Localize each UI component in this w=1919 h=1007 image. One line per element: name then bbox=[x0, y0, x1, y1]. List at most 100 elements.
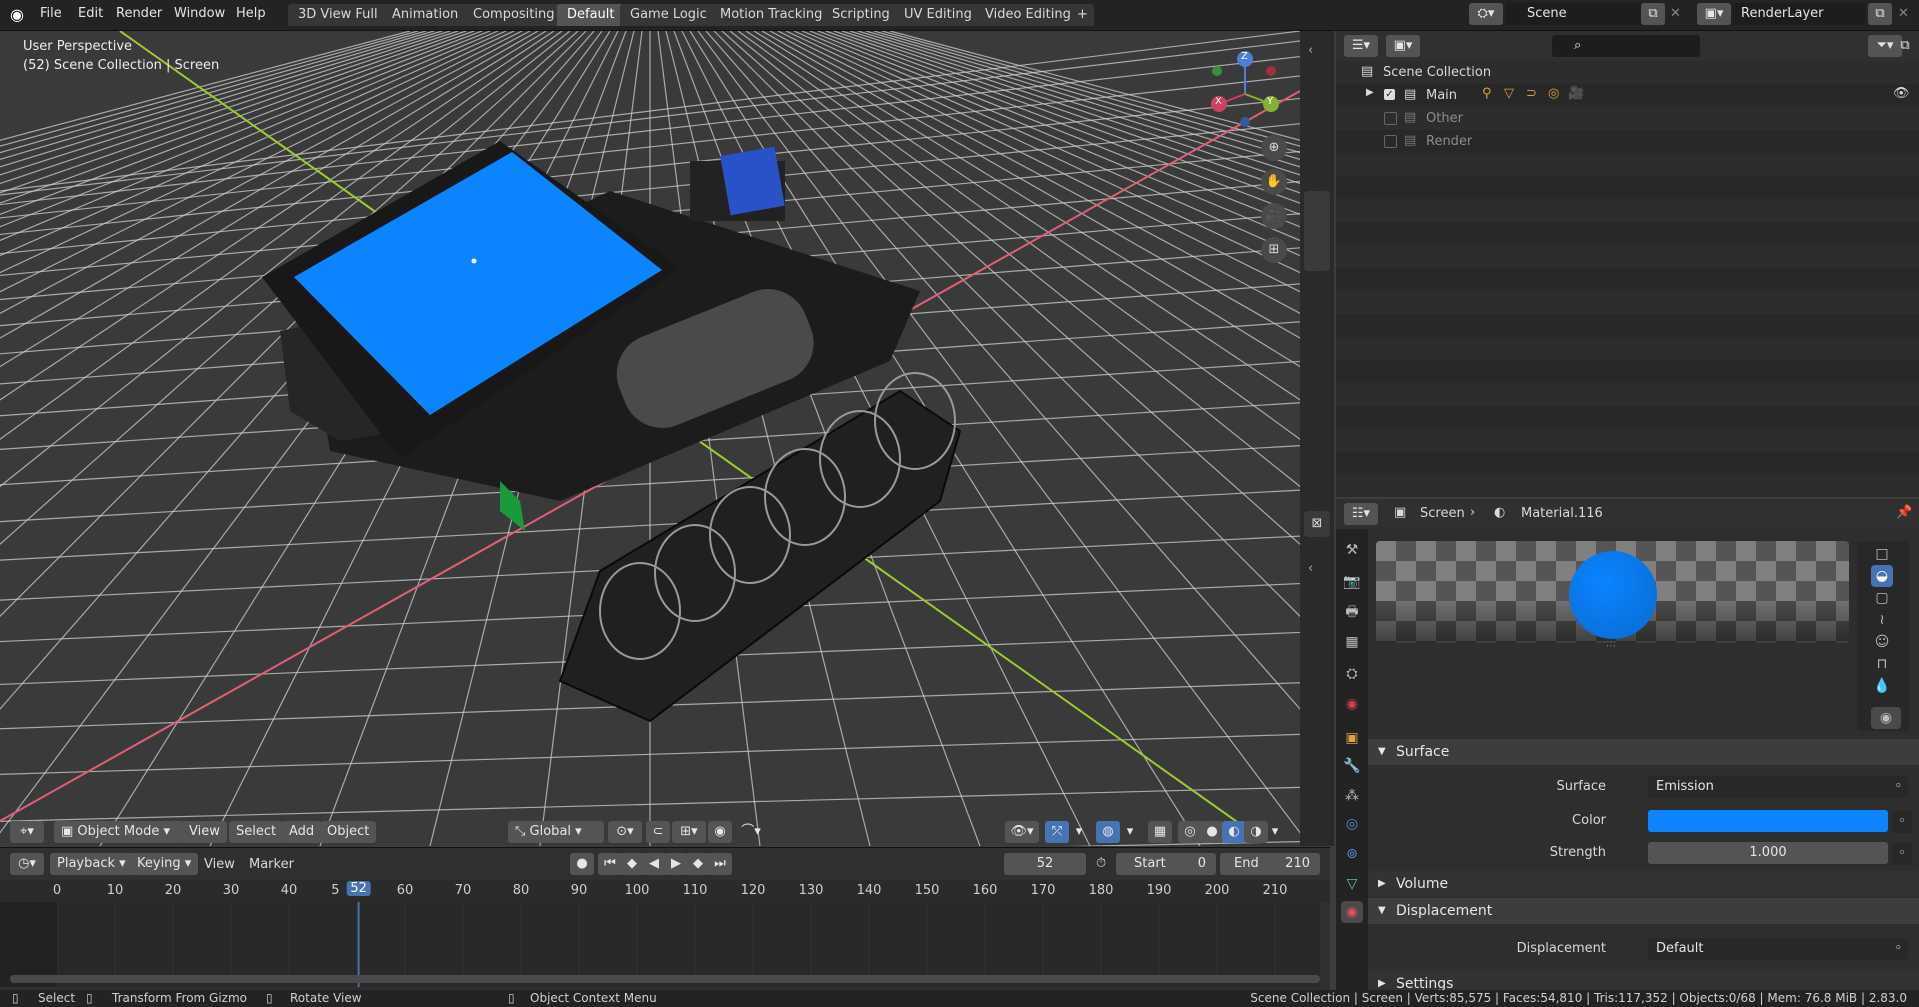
timeline-editor-type-icon[interactable]: ◷▾ bbox=[10, 853, 44, 875]
preview-resize-handle[interactable]: ⋯ bbox=[1606, 641, 1616, 652]
viewport-menu-view[interactable]: View bbox=[182, 821, 227, 843]
editor-type-icon[interactable]: ⌖▾ bbox=[10, 821, 44, 843]
tab-animation[interactable]: Animation bbox=[382, 4, 469, 26]
shading-solid-icon[interactable]: ● bbox=[1200, 821, 1224, 843]
color-socket-icon[interactable]: ◦ bbox=[1892, 811, 1912, 833]
eye-visibility-icon[interactable]: 👁 bbox=[1893, 86, 1910, 101]
tab-uv-editing[interactable]: UV Editing bbox=[894, 4, 982, 26]
other-checkbox[interactable] bbox=[1384, 112, 1397, 125]
strength-socket-icon[interactable]: ◦ bbox=[1892, 843, 1912, 865]
preview-cloth-icon[interactable]: ⊓ bbox=[1871, 653, 1893, 675]
scene-selector-icon[interactable]: ⛭▾ bbox=[1469, 3, 1503, 25]
pan-hand-icon[interactable]: ✋ bbox=[1261, 169, 1287, 195]
menu-file[interactable]: File bbox=[40, 6, 62, 21]
new-scene-icon[interactable]: ⧉ bbox=[1641, 3, 1665, 25]
camera-icon[interactable]: 🎥 bbox=[1568, 86, 1584, 101]
falloff-icon[interactable]: ⌒▾ bbox=[734, 821, 768, 843]
3d-viewport[interactable]: User Perspective (52) Scene Collection |… bbox=[0, 31, 1300, 846]
surface-shader-dropdown[interactable]: Emission ◦ bbox=[1648, 776, 1908, 798]
viewport-menu-select[interactable]: Select bbox=[229, 821, 284, 843]
zoom-icon[interactable]: ⊕ bbox=[1261, 135, 1287, 161]
tab-3d-view-full[interactable]: 3D View Full bbox=[288, 4, 388, 26]
outliner-editor-type-icon[interactable]: ☰▾ bbox=[1344, 35, 1378, 57]
preview-sphere-icon[interactable]: ◒ bbox=[1871, 565, 1893, 587]
timeline-scrollbar[interactable] bbox=[10, 975, 1320, 983]
outliner-root-row[interactable]: ▤ Scene Collection bbox=[1336, 61, 1919, 84]
properties-editor[interactable]: ☷▾ ▣ Screen › ◐ Material.116 📌 ⚒ 📷 🖶 ▦ ⛭… bbox=[1336, 499, 1919, 990]
timeline-menu-marker[interactable]: Marker bbox=[249, 857, 294, 872]
outliner-editor[interactable]: ☰▾ ▣▾ ⌕ ⏷▾ ⧉ ▤ Scene Collection ▶ ✓ ▤ Ma… bbox=[1336, 31, 1919, 497]
displacement-panel-header[interactable]: ▼ Displacement bbox=[1368, 898, 1919, 924]
properties-editor-type-icon[interactable]: ☷▾ bbox=[1344, 503, 1378, 525]
shading-material-icon[interactable]: ◐ bbox=[1222, 821, 1246, 843]
timeline-menu-view[interactable]: View bbox=[204, 857, 235, 872]
ortho-grid-icon[interactable]: ⊞ bbox=[1261, 237, 1287, 263]
preview-hair-icon[interactable]: ≀ bbox=[1871, 609, 1893, 631]
material-tab-icon[interactable]: ◉ bbox=[1341, 901, 1363, 923]
stopwatch-icon[interactable]: ⏱ bbox=[1096, 856, 1106, 871]
transform-orientation-dropdown[interactable]: ⤡ Global ▾ bbox=[508, 821, 604, 843]
region-toggle-icon[interactable]: ‹ bbox=[1308, 561, 1313, 576]
tab-motion-tracking[interactable]: Motion Tracking bbox=[710, 4, 833, 26]
viewport-scene[interactable] bbox=[0, 31, 1300, 846]
timeline-menu-playback[interactable]: Playback ▾ bbox=[50, 853, 133, 875]
timeline-editor[interactable]: ◷▾ Playback ▾ Keying ▾ View Marker ● ⏮ ◆… bbox=[0, 847, 1330, 991]
play-icon[interactable]: ▶ bbox=[664, 853, 688, 875]
breadcrumb-object[interactable]: Screen bbox=[1420, 506, 1465, 521]
display-mode-icon[interactable]: ▣▾ bbox=[1386, 35, 1420, 57]
region-toggle-icon[interactable]: ‹ bbox=[1308, 43, 1313, 58]
shading-dropdown-icon[interactable]: ▾ bbox=[1266, 821, 1284, 843]
tab-video-editing[interactable]: Video Editing bbox=[975, 4, 1081, 26]
pin-icon[interactable]: 📌 bbox=[1896, 505, 1912, 520]
tab-game-logic[interactable]: Game Logic bbox=[620, 4, 717, 26]
snap-target-icon[interactable]: ⊞▾ bbox=[672, 821, 706, 843]
viewport-menu-add[interactable]: Add bbox=[282, 821, 322, 843]
data-tab-icon[interactable]: ▽ bbox=[1341, 873, 1363, 895]
menu-edit[interactable]: Edit bbox=[78, 6, 103, 21]
preview-flat-icon[interactable]: □ bbox=[1871, 543, 1893, 565]
pivot-point-icon[interactable]: ⊙▾ bbox=[608, 821, 642, 843]
bone-icon[interactable]: ⚲ bbox=[1482, 86, 1492, 101]
surface-panel-header[interactable]: ▼ Surface bbox=[1368, 739, 1919, 765]
scroll-handle[interactable] bbox=[1304, 191, 1330, 271]
viewport-menu-object[interactable]: Object bbox=[320, 821, 377, 843]
preview-cube-icon[interactable]: ▢ bbox=[1871, 587, 1893, 609]
object-tab-icon[interactable]: ▣ bbox=[1341, 727, 1363, 749]
preview-world-icon[interactable]: ◉ bbox=[1871, 707, 1901, 729]
menu-render[interactable]: Render bbox=[116, 6, 162, 21]
shading-wireframe-icon[interactable]: ◎ bbox=[1178, 821, 1202, 843]
timeline-ruler[interactable]: 0 10 20 30 40 5 52 60 70 80 90 100 110 120 130 140 150 16… bbox=[0, 880, 1330, 902]
tool-tab-icon[interactable]: ⚒ bbox=[1341, 539, 1363, 561]
record-keyframe-icon[interactable]: ● bbox=[570, 853, 594, 875]
end-frame-field[interactable]: End 210 bbox=[1220, 853, 1320, 875]
delete-scene-icon[interactable]: ✕ bbox=[1670, 6, 1681, 21]
gizmos-dropdown-icon[interactable]: ▾ bbox=[1070, 821, 1088, 843]
mesh-filter-icon[interactable]: ▽ bbox=[1504, 86, 1514, 101]
output-tab-icon[interactable]: 🖶 bbox=[1341, 601, 1363, 623]
menu-window[interactable]: Window bbox=[174, 6, 225, 21]
current-frame-field[interactable]: 52 bbox=[1004, 853, 1086, 875]
visibility-icon[interactable]: 👁▾ bbox=[1005, 821, 1039, 843]
scene-tab-icon[interactable]: ⛭ bbox=[1341, 663, 1363, 685]
outliner-search-input[interactable]: ⌕ bbox=[1552, 35, 1700, 57]
world-tab-icon[interactable]: ◉ bbox=[1341, 693, 1363, 715]
displacement-dropdown[interactable]: Default ◦ bbox=[1648, 938, 1908, 960]
gizmos-toggle-icon[interactable]: ⤱ bbox=[1045, 821, 1069, 843]
delete-render-layer-icon[interactable]: ✕ bbox=[1898, 6, 1909, 21]
breadcrumb-material[interactable]: Material.116 bbox=[1521, 506, 1603, 521]
render-layer-selector-icon[interactable]: ▣▾ bbox=[1697, 3, 1731, 25]
outliner-item-other[interactable]: ▤ Other bbox=[1336, 107, 1919, 130]
start-frame-field[interactable]: Start 0 bbox=[1116, 853, 1216, 875]
jump-start-icon[interactable]: ⏮ bbox=[598, 853, 622, 875]
tab-default[interactable]: Default bbox=[557, 4, 625, 26]
object-mode-dropdown[interactable]: ▣ Object Mode ▾ bbox=[54, 821, 184, 843]
jump-end-icon[interactable]: ⏭ bbox=[708, 853, 732, 875]
scene-name-field[interactable]: Scene bbox=[1505, 3, 1661, 25]
menu-help[interactable]: Help bbox=[236, 6, 266, 21]
navigation-gizmo[interactable]: Z Y X bbox=[1205, 49, 1285, 129]
outliner-item-render[interactable]: ▤ Render bbox=[1336, 130, 1919, 153]
snap-magnet-icon[interactable]: ⊂ bbox=[646, 821, 670, 843]
curve-icon[interactable]: ⊃ bbox=[1526, 86, 1537, 101]
light-icon[interactable]: ◎ bbox=[1548, 86, 1559, 101]
render-layer-field[interactable]: RenderLayer bbox=[1733, 3, 1865, 25]
